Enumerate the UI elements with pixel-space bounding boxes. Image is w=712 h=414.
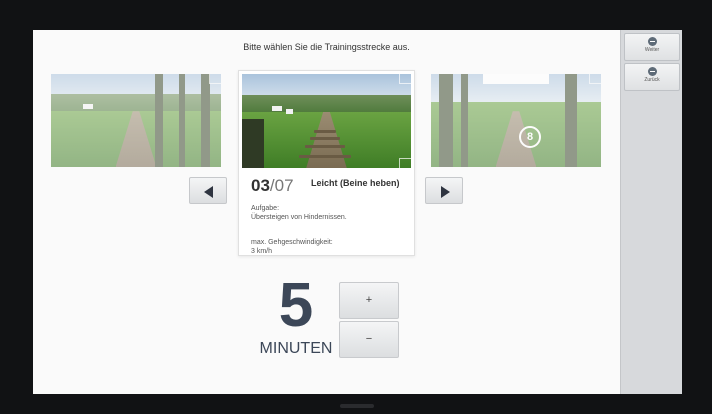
track-current: 03 (251, 176, 270, 195)
thumb-house (83, 104, 93, 109)
arrow-circle-icon (647, 37, 657, 46)
thumb-house (272, 106, 282, 111)
thumb-hurdle (314, 130, 336, 133)
next-track-button[interactable] (425, 177, 463, 204)
thumb-tree (439, 74, 453, 167)
thumb-frame-corner (209, 74, 221, 84)
speed-value: 3 km/h (251, 248, 273, 255)
sidebar: Weiter Zurück (620, 30, 682, 394)
track-thumbnail-next[interactable]: 8 (431, 74, 601, 167)
speed-label: max. Gehgeschwindigkeit: (251, 239, 333, 246)
thumb-tree (565, 74, 577, 167)
duration-value: 5 (278, 271, 314, 340)
badge-circle: 8 (519, 126, 541, 148)
track-card-selected[interactable]: 03/07 Leicht (Beine heben) Aufgabe: Über… (238, 70, 415, 256)
screen: Bitte wählen Sie die Trainingsstrecke au… (33, 30, 682, 394)
thumb-tree (461, 74, 468, 167)
page-title: Bitte wählen Sie die Trainingsstrecke au… (243, 42, 410, 52)
decrease-duration-button[interactable]: − (339, 321, 399, 358)
thumb-banner (483, 74, 549, 84)
thumb-tree (179, 74, 185, 167)
triangle-left-icon (204, 186, 213, 198)
task-text: Übersteigen von Hindernissen. (251, 214, 347, 221)
track-thumbnail-prev[interactable] (51, 74, 221, 167)
thumb-tree-shadow (242, 119, 264, 168)
thumb-house (286, 109, 293, 114)
zurueck-label: Zurück (644, 77, 660, 83)
thumb-frame-corner (399, 158, 411, 168)
thumb-tree (201, 74, 210, 167)
track-thumbnail-current (242, 74, 411, 168)
triangle-right-icon (441, 186, 450, 198)
monitor-bezel: Bitte wählen Sie die Trainingsstrecke au… (0, 0, 712, 414)
badge-number: 8 (526, 131, 534, 143)
thumb-hurdle (299, 155, 351, 158)
weiter-button[interactable]: Weiter (624, 33, 680, 61)
duration-unit: MINUTEN (259, 340, 333, 357)
arrow-circle-icon (647, 67, 657, 76)
track-total: /07 (269, 176, 294, 195)
monitor-logo (340, 404, 374, 408)
thumb-frame-corner (589, 74, 601, 84)
zurueck-button[interactable]: Zurück (624, 63, 680, 91)
previous-track-button[interactable] (189, 177, 227, 204)
thumb-frame-corner (399, 74, 411, 84)
thumb-hurdle (310, 137, 340, 140)
task-label: Aufgabe: (251, 205, 280, 212)
main-area: Bitte wählen Sie die Trainingsstrecke au… (33, 30, 620, 394)
track-level: Leicht (Beine heben) (311, 178, 400, 188)
weiter-label: Weiter (644, 47, 660, 53)
track-number: 03/07 (251, 176, 294, 196)
increase-duration-button[interactable]: + (339, 282, 399, 319)
thumb-hurdle (305, 145, 345, 148)
thumb-tree (155, 74, 163, 167)
